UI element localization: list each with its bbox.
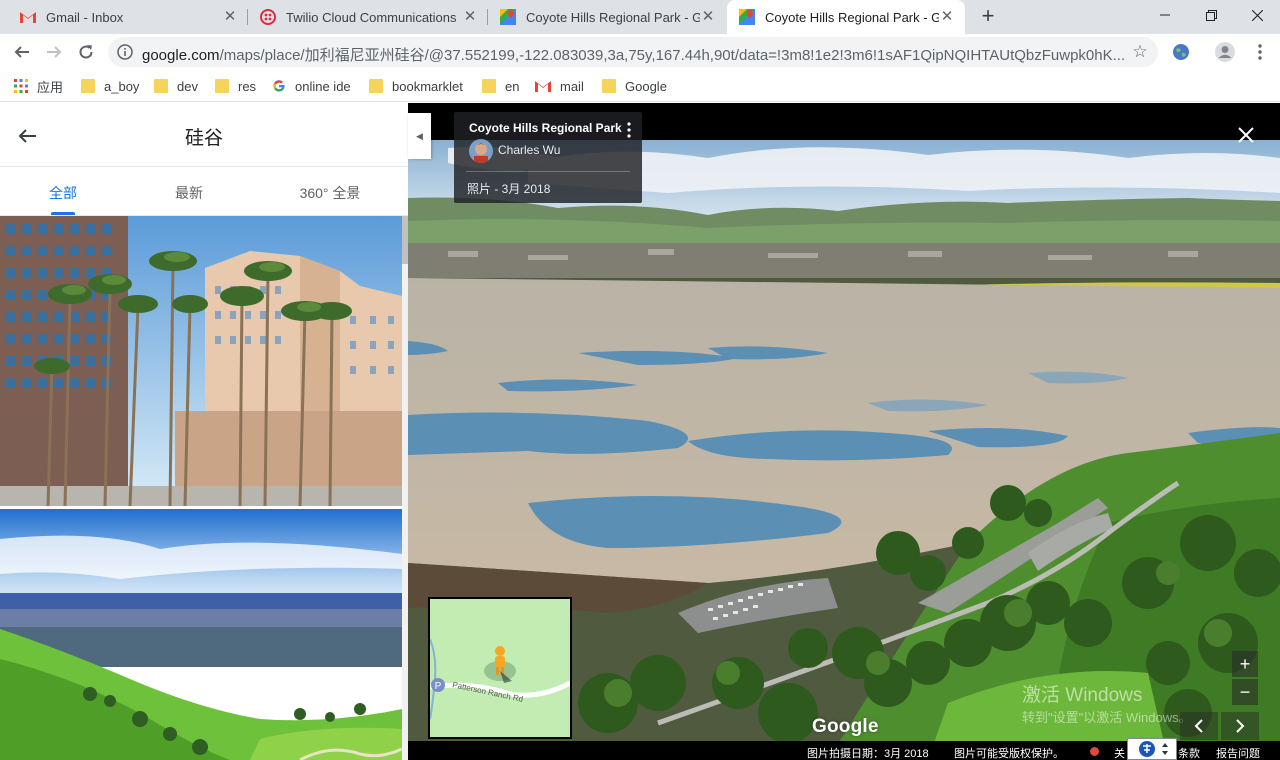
site-info-icon[interactable] [117, 44, 133, 60]
avatar-icon [1215, 42, 1235, 62]
bookmark-bookmarklet[interactable]: bookmarklet [369, 77, 463, 95]
browser-menu-button[interactable] [1246, 38, 1274, 66]
bookmark-dev[interactable]: dev [154, 77, 198, 95]
bookmark-star-icon[interactable]: ☆ [1130, 42, 1150, 62]
maps-icon [500, 9, 516, 25]
twilio-icon [260, 9, 276, 25]
terms-link[interactable]: 条款 [1178, 745, 1200, 760]
triangle-left-icon: ◀ [416, 130, 423, 141]
google-watermark: Google [812, 716, 879, 737]
author-name[interactable]: Charles Wu [498, 143, 560, 157]
panel-title: 硅谷 [184, 128, 223, 149]
close-tab-icon[interactable]: ✕ [939, 9, 955, 25]
new-tab-button[interactable]: + [976, 5, 1000, 29]
close-tab-icon[interactable]: ✕ [462, 9, 478, 25]
back-button[interactable] [8, 38, 36, 66]
address-bar[interactable]: google.com/maps/place/加利福尼亚州硅谷/@37.55219… [108, 37, 1158, 67]
forward-button[interactable] [40, 38, 68, 66]
author-avatar[interactable] [469, 139, 493, 163]
url-text: google.com/maps/place/加利福尼亚州硅谷/@37.55219… [142, 47, 1126, 64]
bookmark-a-boy[interactable]: a_boy [81, 77, 139, 95]
previous-photo-button[interactable] [1180, 712, 1218, 740]
folder-icon [369, 79, 383, 93]
photo-side-panel: 硅谷 全部 最新 360° 全景 [0, 103, 408, 760]
close-tab-icon[interactable]: ✕ [700, 9, 716, 25]
photo-thumbnail-hills[interactable] [0, 509, 402, 760]
folder-icon [215, 79, 229, 93]
bookmark-mail[interactable]: mail [535, 77, 584, 95]
collapse-panel-button[interactable]: ◀ [408, 113, 431, 159]
svg-text:P: P [435, 681, 442, 692]
tab-coyote-hills-2[interactable]: Coyote Hills Regional Park - G ✕ [727, 0, 965, 34]
active-tab-indicator [51, 212, 75, 215]
maps-icon [739, 9, 755, 25]
ime-arrows-icon [1162, 743, 1168, 755]
photo-info-card: Coyote Hills Regional Park Charles Wu 照片… [454, 112, 642, 203]
bookmark-online-ide[interactable]: online ide [272, 77, 351, 95]
tab-coyote-hills-1[interactable]: Coyote Hills Regional Park - G ✕ [488, 0, 726, 34]
close-window-button[interactable] [1234, 0, 1280, 30]
divider [466, 171, 630, 172]
ime-icon [1139, 741, 1155, 757]
minimize-icon [1160, 14, 1170, 16]
copyright-notice: 图片可能受版权保护。 [954, 748, 1064, 760]
browser-toolbar: google.com/maps/place/加利福尼亚州硅谷/@37.55219… [0, 34, 1280, 70]
close-tab-icon[interactable]: ✕ [222, 9, 238, 25]
globe-extension-icon [1173, 44, 1189, 60]
arrow-left-icon [14, 46, 29, 58]
kebab-menu-icon [1258, 44, 1262, 60]
activate-windows-hint: 转到"设置"以激活 Windows。 [1022, 710, 1192, 725]
tab-all[interactable]: 全部 [40, 183, 86, 203]
restore-button[interactable] [1188, 0, 1234, 30]
folder-icon [154, 79, 168, 93]
next-photo-button[interactable] [1221, 712, 1259, 740]
folder-icon [602, 79, 616, 93]
capture-date-text: 图片拍摄日期：3月 2018 [807, 748, 929, 760]
photo-thumbnail-downtown[interactable] [0, 216, 402, 506]
bookmark-google[interactable]: Google [602, 77, 667, 95]
bookmark-res[interactable]: res [215, 77, 256, 95]
photo-date: 照片 - 3月 2018 [467, 182, 551, 196]
profile-button[interactable] [1211, 38, 1239, 66]
gmail-icon [535, 81, 551, 92]
browser-tab-strip: Gmail - Inbox ✕ Twilio Cloud Communicati… [0, 0, 1280, 34]
photo-filter-tabs: 全部 最新 360° 全景 [0, 167, 408, 216]
tab-gmail-inbox[interactable]: Gmail - Inbox ✕ [8, 0, 248, 34]
google-g-icon [273, 80, 285, 92]
gmail-icon [20, 9, 36, 25]
close-viewer-icon[interactable] [1234, 123, 1258, 147]
minimap[interactable]: P Patterson Ranch Rd [428, 597, 572, 739]
ime-indicator[interactable] [1127, 738, 1177, 760]
activate-windows-title: 激活 Windows [1022, 685, 1143, 706]
extension-button[interactable] [1167, 38, 1195, 66]
close-icon [1251, 9, 1263, 21]
zoom-in-button[interactable]: + [1232, 651, 1258, 677]
google-plus-icon[interactable] [1090, 747, 1099, 756]
bookmark-en[interactable]: en [482, 77, 519, 95]
minimize-button[interactable] [1142, 0, 1188, 30]
restore-icon [1205, 9, 1217, 21]
panel-header: 硅谷 [0, 103, 408, 167]
tab-360[interactable]: 360° 全景 [290, 183, 370, 203]
arrow-right-icon [47, 46, 62, 58]
report-problem-link[interactable]: 报告问题 [1216, 745, 1260, 760]
place-name[interactable]: Coyote Hills Regional Park [469, 121, 622, 135]
reload-icon [79, 45, 93, 59]
bookmark-apps[interactable]: 应用 [14, 77, 63, 95]
chevron-right-icon [1236, 719, 1245, 733]
chevron-left-icon [1194, 719, 1203, 733]
bookmarks-bar: 应用 a_boy dev res online ide bookmarklet … [0, 70, 1280, 102]
apps-grid-icon [14, 79, 28, 93]
folder-icon [482, 79, 496, 93]
about-link[interactable]: 关 [1114, 745, 1125, 760]
more-options-icon[interactable] [626, 122, 632, 138]
tab-twilio[interactable]: Twilio Cloud Communications ✕ [248, 0, 488, 34]
reload-button[interactable] [72, 38, 100, 66]
folder-icon [81, 79, 95, 93]
tab-latest[interactable]: 最新 [166, 183, 212, 203]
zoom-out-button[interactable]: − [1232, 679, 1258, 705]
